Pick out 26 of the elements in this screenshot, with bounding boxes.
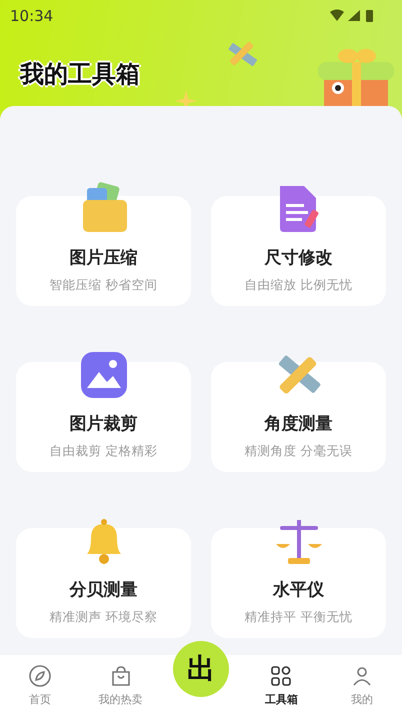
status-time: 10:34 [10,7,54,25]
tool-title: 角度测量 [264,413,332,435]
compass-icon [28,664,52,688]
tool-subtitle: 精准持平 平衡无忧 [244,609,352,626]
tool-subtitle: 自由缩放 比例无忧 [244,277,352,294]
card-background[interactable] [211,362,386,472]
tool-subtitle: 精测角度 分毫无误 [244,443,352,460]
center-button[interactable]: 出 [173,641,230,697]
tool-title: 尺寸修改 [264,247,332,269]
nav-tab[interactable]: 工具箱 [241,655,322,715]
tool-subtitle: 智能压缩 秒省空间 [50,277,158,294]
nav-tab[interactable]: 我的 [322,655,402,715]
grid-icon [269,664,294,688]
tool-title: 图片裁剪 [70,413,138,435]
tool-subtitle: 自由裁剪 定格精彩 [50,443,158,460]
tool-title: 分贝测量 [70,579,138,601]
card-background[interactable] [16,528,191,638]
tool-subtitle: 精准测声 环境尽察 [50,609,158,626]
nav-tab[interactable]: 我的热卖 [80,655,161,715]
page-title: 我的工具箱 [20,59,140,90]
tool-title: 图片压缩 [70,247,138,269]
card-background[interactable] [16,196,191,306]
card-background[interactable] [16,362,191,472]
nav-tab[interactable]: 首页 [0,655,80,715]
tool-title: 水平仪 [273,579,324,601]
status-icons [330,9,376,23]
